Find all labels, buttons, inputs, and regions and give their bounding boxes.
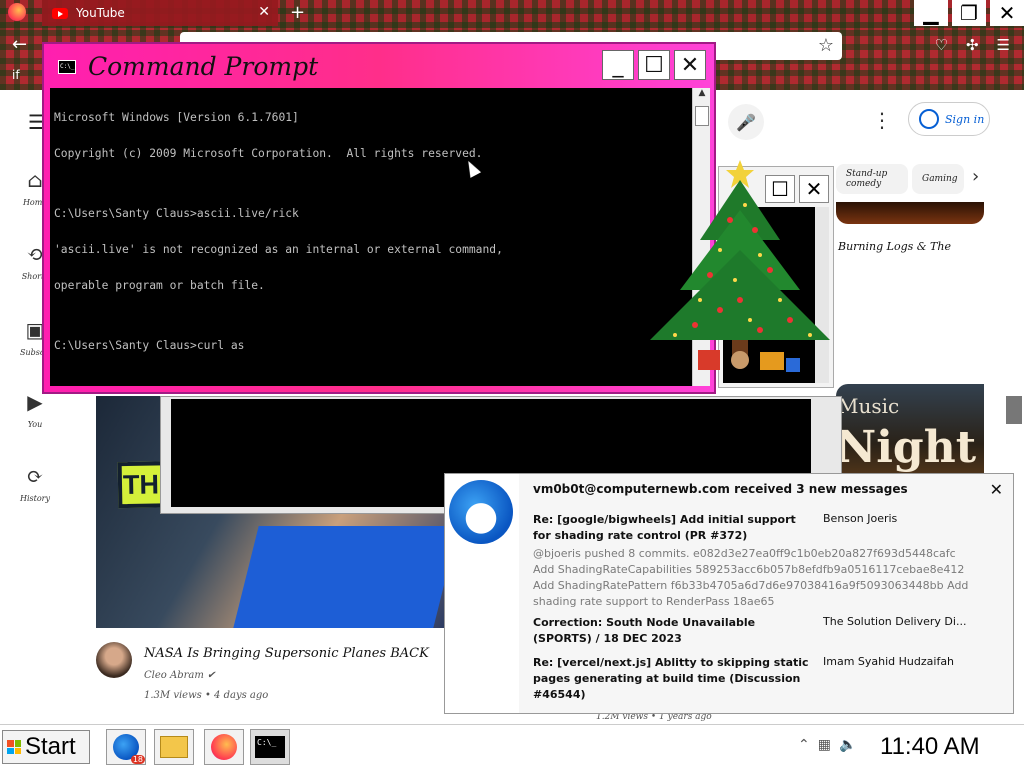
sign-in-button[interactable]: Sign in — [908, 102, 990, 136]
back-arrow-icon[interactable]: ← — [12, 34, 27, 55]
thunderbird-icon — [449, 480, 513, 544]
thumbnail-text: Music — [838, 394, 900, 418]
video-thumbnail[interactable]: Music Night — [836, 384, 984, 484]
video-thumbnail[interactable] — [836, 202, 984, 224]
settings-kebab-icon[interactable]: ⋮ — [872, 108, 892, 132]
video-meta: 1.3M views • 4 days ago — [144, 690, 269, 701]
history-icon: ⟳ — [26, 464, 44, 488]
thumbnail-text: Night — [836, 422, 977, 473]
console-output[interactable]: Microsoft Windows [Version 6.1.7601] Cop… — [50, 88, 692, 386]
scrollbar-thumb[interactable] — [695, 106, 709, 126]
chip-standup-comedy[interactable]: Stand-up comedy — [836, 164, 908, 194]
message-sender: The Solution Delivery Di... — [823, 615, 967, 628]
toolbar-icons: ♡ ✣ ☰ — [935, 36, 1010, 54]
system-tray: ⌃ ▦ 🔈 — [798, 737, 856, 753]
close-button[interactable]: ✕ — [990, 0, 1024, 26]
close-icon[interactable]: ✕ — [990, 480, 1003, 499]
console-line: operable program or batch file. — [54, 279, 265, 292]
gift-box — [760, 352, 784, 370]
taskbar-command-prompt[interactable]: C:\_ — [250, 729, 290, 765]
console-icon: C:\_ — [58, 60, 76, 74]
bookmark-item[interactable]: if — [12, 68, 20, 82]
message-sender: Benson Joeris — [823, 512, 898, 525]
taskbar-firefox[interactable] — [204, 729, 244, 765]
taskbar-file-explorer[interactable] — [154, 729, 194, 765]
maximize-button[interactable]: ☐ — [638, 50, 670, 80]
message-sender: Imam Syahid Hudzaifah — [823, 655, 955, 668]
tab-close-button[interactable]: ✕ — [258, 4, 270, 20]
thumbnail-decoration — [233, 526, 446, 628]
notification-icon-panel — [445, 474, 519, 713]
page-scrollbar-thumb[interactable] — [1006, 396, 1022, 424]
taskbar-clock[interactable]: 11:40 AM — [880, 733, 980, 761]
message-preview: @bjoeris pushed 8 commits. e082d3e27ea0f… — [533, 547, 969, 608]
teddy-bear — [731, 351, 749, 369]
show-hidden-icons-icon[interactable]: ⌃ — [798, 737, 810, 753]
verified-icon: ✔ — [207, 670, 216, 681]
message-subject[interactable]: Re: [google/bigwheels] Add initial suppo… — [533, 512, 813, 544]
minimize-button[interactable]: _ — [602, 50, 634, 80]
command-prompt-window[interactable]: C:\_ Command Prompt _ ☐ ✕ Microsoft Wind… — [42, 42, 716, 394]
start-button[interactable]: Start — [2, 730, 90, 764]
christmas-tree-icon — [650, 160, 830, 372]
gift-box — [698, 350, 720, 370]
console-icon: C:\_ — [255, 736, 285, 758]
sign-in-label: Sign in — [945, 112, 985, 126]
chip-gaming[interactable]: Gaming — [912, 164, 964, 194]
restore-button[interactable]: ❐ — [952, 0, 986, 26]
browser-tab-bar: YouTube ✕ + ▁ ❐ ✕ — [0, 0, 1024, 28]
message-subject[interactable]: Re: [vercel/next.js] Ablitty to skipping… — [533, 655, 813, 703]
firefox-icon — [211, 734, 237, 760]
extensions-icon[interactable]: ✣ — [966, 36, 979, 54]
console-line: Copyright (c) 2009 Microsoft Corporation… — [54, 147, 483, 160]
video-title[interactable]: Burning Logs & The — [838, 240, 951, 253]
scroll-up-icon[interactable]: ▲ — [693, 88, 711, 104]
taskbar: Start 18 C:\_ ⌃ ▦ 🔈 11:40 AM — [0, 724, 1024, 768]
console-input-line[interactable]: C:\Users\Santy Claus>curl as — [54, 340, 688, 352]
console-line: C:\Users\Santy Claus>ascii.live/rick — [54, 207, 299, 220]
start-label: Start — [25, 733, 76, 760]
tree-layer — [650, 250, 830, 340]
gift-box — [786, 358, 800, 372]
sidebar-item-history[interactable]: ⟳ History — [20, 464, 50, 503]
sidebar-item-you[interactable]: ▶ You — [20, 390, 50, 429]
message-subject[interactable]: Correction: South Node Unavailable (SPOR… — [533, 615, 813, 647]
new-tab-button[interactable]: + — [290, 2, 305, 23]
channel-name[interactable]: Cleo Abram ✔ — [144, 670, 215, 681]
video-title[interactable]: NASA Is Bringing Supersonic Planes BACK — [144, 646, 429, 661]
microphone-icon: 🎤 — [736, 112, 756, 132]
voice-search-button[interactable]: 🎤 — [728, 104, 764, 140]
taskbar-thunderbird[interactable]: 18 — [106, 729, 146, 765]
mail-notification[interactable]: vm0b0t@computernewb.com received 3 new m… — [444, 473, 1014, 714]
close-button[interactable]: ✕ — [674, 50, 706, 80]
sidebar-item-label: History — [20, 494, 51, 503]
channel-avatar[interactable] — [96, 642, 132, 678]
folder-icon — [160, 736, 188, 758]
app-menu-icon[interactable]: ☰ — [997, 36, 1010, 54]
notification-header: vm0b0t@computernewb.com received 3 new m… — [533, 482, 908, 496]
tab-youtube[interactable]: YouTube ✕ — [42, 0, 278, 26]
volume-icon[interactable]: 🔈 — [839, 737, 856, 753]
window-controls: ▁ ❐ ✕ — [910, 0, 1024, 26]
minimize-button[interactable]: ▁ — [914, 0, 948, 26]
network-icon[interactable]: ▦ — [818, 737, 831, 753]
windows-logo-icon — [7, 740, 21, 754]
account-icon — [919, 109, 939, 129]
console-line: 'ascii.live' is not recognized as an int… — [54, 243, 503, 256]
unread-badge: 18 — [130, 755, 145, 764]
bookmark-star-icon[interactable]: ☆ — [818, 35, 834, 56]
window-title: Command Prompt — [88, 52, 319, 81]
pocket-icon[interactable]: ♡ — [935, 36, 948, 54]
console-line: Microsoft Windows [Version 6.1.7601] — [54, 111, 299, 124]
firefox-menu-icon[interactable] — [8, 3, 26, 21]
chevron-right-icon[interactable]: › — [972, 166, 979, 187]
youtube-favicon-icon — [52, 7, 68, 19]
tab-title: YouTube — [76, 6, 125, 20]
sidebar-item-label: You — [27, 420, 43, 429]
